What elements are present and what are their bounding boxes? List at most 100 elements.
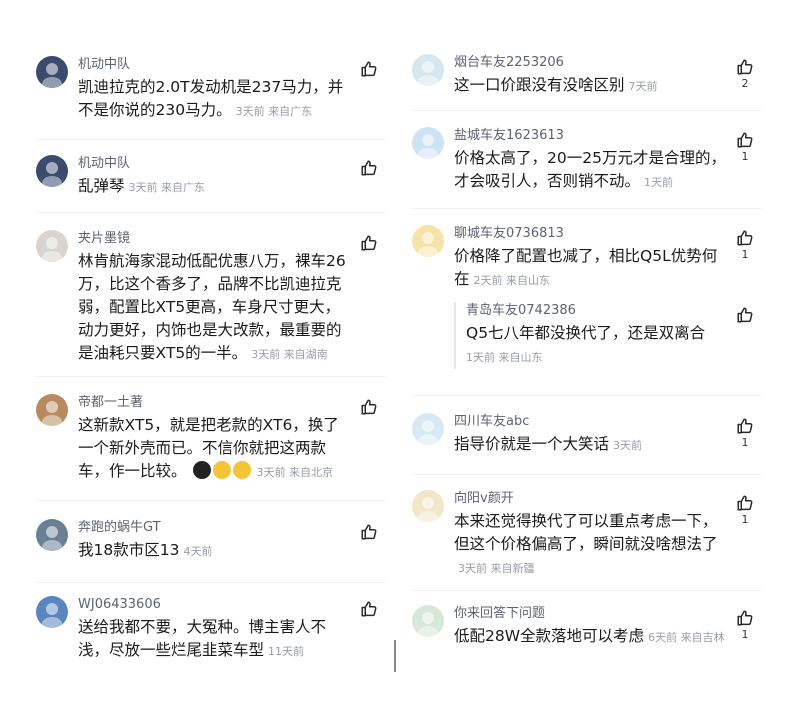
comment-meta: 1天前	[644, 176, 673, 189]
comment-location: 来自吉林	[680, 631, 725, 644]
username[interactable]: 你来回答下问题	[454, 605, 726, 623]
like-button[interactable]: 2	[732, 58, 758, 90]
like-button[interactable]: 1	[732, 609, 758, 641]
like-button[interactable]	[356, 523, 382, 541]
comment-line: 凯迪拉克的2.0T发动机是237马力，并	[78, 78, 344, 96]
username[interactable]: 夹片墨镜	[78, 230, 350, 248]
reply-line: Q5七八年都没换代了，还是双离合	[466, 324, 706, 342]
avatar[interactable]	[36, 519, 68, 551]
like-button[interactable]	[732, 306, 758, 324]
thumbs-up-icon	[732, 417, 758, 435]
reply-username[interactable]: 青岛车友0742386	[466, 302, 762, 320]
comment-body: WJ06433606 送给我都不要，大冤种。博主害人不 浅，尽放一些烂尾韭菜车型 11…	[78, 596, 350, 663]
comment-meta: 6天前 来自吉林	[648, 631, 725, 644]
reply-item: 青岛车友0742386 Q5七八年都没换代了，还是双离合 1天前 来自山东	[454, 302, 762, 369]
comment-body: 机动中队 凯迪拉克的2.0T发动机是237马力，并 不是你说的230马力。 3天前 来…	[78, 56, 350, 123]
username[interactable]: 奔跑的蜗牛GT	[78, 519, 350, 537]
username[interactable]: 机动中队	[78, 56, 350, 74]
username[interactable]: 聊城车友0736813	[454, 225, 726, 243]
worried-face-icon	[212, 461, 231, 479]
comment-time: 3天前	[251, 348, 281, 361]
grin-face-icon	[232, 461, 251, 479]
comment-line: 乱弹琴	[78, 177, 125, 195]
comment-location: 来自湖南	[283, 348, 328, 361]
like-button[interactable]	[356, 159, 382, 177]
username[interactable]: 帝都一土著	[78, 394, 350, 412]
comment-line: 送给我都不要，大冤种。博主害人不	[78, 618, 327, 636]
scrollbar[interactable]	[394, 640, 396, 672]
avatar[interactable]	[412, 490, 444, 522]
comment-meta: 3天前 来自湖南	[251, 348, 328, 361]
like-count: 1	[741, 628, 749, 641]
avatar[interactable]	[412, 127, 444, 159]
comment-line: 浅，尽放一些烂尾韭菜车型	[78, 641, 265, 659]
comment-body: 帝都一土著这新款XT5，就是把老款的XT6，换了 一个新外壳而已。不信你就把这两款…	[78, 394, 350, 484]
comment-line: 价格降了配置也减了，相比Q5L优势何	[454, 247, 718, 265]
username[interactable]: 向阳v颜开	[454, 490, 726, 508]
avatar[interactable]	[36, 394, 68, 426]
like-count: 1	[741, 248, 749, 261]
reply-location: 来自山东	[498, 351, 543, 364]
comment-body: 盐城车友1623613 价格太高了，20一25万元才是合理的， 才会吸引人，否则销不…	[454, 127, 726, 194]
avatar[interactable]	[412, 605, 444, 637]
comment-text: 指导价就是一个大笑话 3天前	[454, 433, 726, 457]
comment-body: 烟台车友2253206 这一口价跟没有没啥区别 7天前	[454, 54, 726, 98]
divider-line	[36, 139, 386, 140]
thumbs-up-icon	[356, 60, 382, 78]
comment-meta: 2天前 来自山东	[474, 274, 551, 287]
comment-meta: 4天前	[183, 545, 212, 558]
divider-line	[36, 582, 386, 583]
comment-line: 弱，配置比XT5更高，车身尺寸更大，	[78, 298, 341, 316]
comment-line: 是油耗只要XT5的一半。	[78, 344, 248, 362]
comment-line: 指导价就是一个大笑话	[454, 435, 610, 453]
avatar[interactable]	[412, 413, 444, 445]
like-count: 1	[741, 436, 749, 449]
comment-line: 本来还觉得换代了可以重点考虑一下，	[454, 512, 718, 530]
comment-line: 林肯航海家混动低配优惠八万，裸车26	[78, 252, 346, 270]
reply-meta: 1天前 来自山东	[466, 351, 543, 364]
comment-time: 3天前	[256, 466, 286, 479]
comment-time: 3天前	[458, 562, 487, 575]
like-button[interactable]: 1	[732, 131, 758, 163]
comment-text: 本来还觉得换代了可以重点考虑一下， 但这个价格偏高了，瞬间就没啥想法了 3天前 来自…	[454, 510, 726, 580]
avatar[interactable]	[36, 230, 68, 262]
like-button[interactable]: 1	[732, 494, 758, 526]
username[interactable]: 盐城车友1623613	[454, 127, 726, 145]
comment-line: 一个新外壳而已。不信你就把这两款	[78, 439, 327, 457]
like-button[interactable]	[356, 600, 382, 618]
thumbs-up-icon	[356, 398, 382, 416]
comment-line: 价格太高了，20一25万元才是合理的，	[454, 149, 726, 167]
like-button[interactable]	[356, 60, 382, 78]
comment-meta: 11天前	[268, 645, 304, 658]
comment-line: 车，作一比较。	[78, 462, 187, 480]
comment-line: 不是你说的230马力。	[78, 101, 232, 119]
comment-location: 来自新疆	[490, 562, 535, 575]
username[interactable]: 烟台车友2253206	[454, 54, 726, 72]
comment-location: 来自北京	[289, 466, 334, 479]
thumbs-up-icon	[356, 523, 382, 541]
username[interactable]: WJ06433606	[78, 596, 350, 614]
comment-line: 在	[454, 270, 470, 288]
comment-time: 11天前	[268, 645, 305, 658]
avatar[interactable]	[36, 596, 68, 628]
comment-time: 3天前	[128, 181, 158, 194]
avatar[interactable]	[412, 54, 444, 86]
like-button[interactable]: 1	[732, 417, 758, 449]
like-button[interactable]	[356, 234, 382, 252]
comment-body: 夹片墨镜 林肯航海家混动低配优惠八万，裸车26 万，比这个香多了，品牌不比凯迪拉克弱…	[78, 230, 350, 366]
username[interactable]: 四川车友abc	[454, 413, 726, 431]
comment-meta: 3天前	[613, 439, 642, 452]
comment-text: 送给我都不要，大冤种。博主害人不 浅，尽放一些烂尾韭菜车型 11天前	[78, 616, 350, 663]
avatar[interactable]	[36, 56, 68, 88]
username[interactable]: 机动中队	[78, 155, 350, 173]
comment-location: 来自山东	[506, 274, 551, 287]
avatar[interactable]	[36, 155, 68, 187]
like-button[interactable]: 1	[732, 229, 758, 261]
thumbs-up-icon	[732, 131, 758, 149]
like-count: 1	[741, 513, 749, 526]
comment-line: 这新款XT5，就是把老款的XT6，换了	[78, 416, 339, 434]
avatar[interactable]	[412, 225, 444, 257]
divider-line	[36, 376, 386, 377]
thumbs-up-icon	[732, 306, 758, 324]
like-button[interactable]	[356, 398, 382, 416]
